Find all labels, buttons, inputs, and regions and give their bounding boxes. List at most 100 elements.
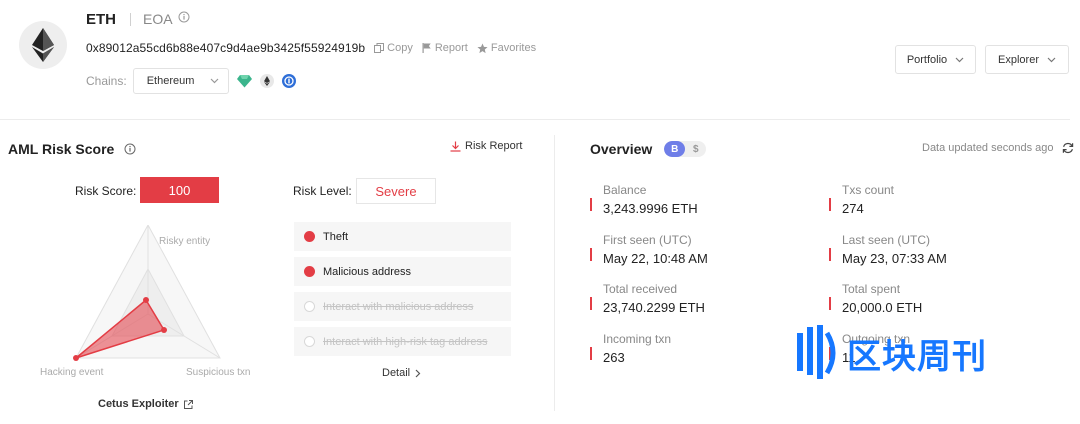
risk-score-label: Risk Score: [75, 184, 137, 198]
risk-tag-item: Interact with malicious address [294, 292, 511, 321]
title-divider [130, 12, 131, 26]
risk-score-value: 100 [140, 177, 219, 203]
stat-label: Total spent [842, 282, 901, 296]
panel-divider [554, 135, 555, 411]
currency-usd-option[interactable]: $ [685, 141, 706, 157]
report-label: Report [434, 42, 468, 54]
download-icon [450, 141, 461, 152]
stat-total-received: Total received 23,740.2299 ETH [590, 282, 705, 315]
stat-incoming-txn: Incoming txn 263 [590, 332, 671, 365]
risk-level-value: Severe [356, 178, 436, 204]
data-updated-text: Data updated seconds ago [922, 142, 1054, 154]
risk-report-label: Risk Report [465, 140, 523, 152]
stat-value: 263 [603, 350, 625, 365]
address-row: 0x89012a55cd6b88e407c9d4ae9b3425f5592491… [86, 41, 536, 55]
stat-total-spent: Total spent 20,000.0 ETH [829, 282, 922, 315]
watermark-logo-icon [797, 325, 836, 379]
currency-btc-option[interactable]: B [664, 141, 686, 157]
stat-label: Total received [603, 282, 678, 296]
stat-label: First seen (UTC) [603, 233, 692, 247]
stat-first-seen: First seen (UTC) May 22, 10:48 AM [590, 233, 708, 266]
risk-tag-item: Interact with high-risk tag address [294, 327, 511, 356]
risk-level-label: Risk Level: [293, 184, 352, 198]
radar-point-risky-entity [143, 297, 149, 303]
refresh-icon[interactable] [1062, 142, 1074, 154]
stat-value: 20,000.0 ETH [842, 300, 923, 315]
wallet-address: 0x89012a55cd6b88e407c9d4ae9b3425f5592491… [86, 41, 366, 55]
check-circle-icon [304, 266, 315, 277]
stat-value: 3,243.9996 ETH [603, 201, 698, 216]
empty-circle-icon [304, 336, 315, 347]
ethereum-chain-icon[interactable] [259, 74, 274, 88]
data-updated-status: Data updated seconds ago [922, 142, 1074, 154]
entity-link[interactable]: Cetus Exploiter [98, 398, 193, 410]
stat-value: 274 [842, 201, 864, 216]
favorites-label: Favorites [490, 42, 537, 54]
portfolio-label: Portfolio [906, 53, 948, 66]
risk-tag-label: Theft [323, 230, 349, 243]
chevron-down-icon [955, 57, 964, 62]
account-type: EOA [143, 11, 173, 27]
blue-chain-icon[interactable] [281, 74, 296, 88]
stat-value: May 23, 07:33 AM [842, 251, 947, 266]
report-button[interactable]: Report [422, 42, 468, 54]
title-row: ETH EOA [86, 10, 190, 28]
stat-value: 23,740.2299 ETH [603, 300, 705, 315]
watermark-text: 区块周刊 [847, 336, 987, 377]
favorites-button[interactable]: Favorites [477, 42, 536, 54]
radar-label-suspicious-txn: Suspicious txn [186, 367, 251, 378]
watermark: 区块周刊 [797, 325, 987, 381]
copy-button[interactable]: Copy [374, 42, 413, 54]
chain-selected-value: Ethereum [146, 75, 195, 87]
stat-value: May 22, 10:48 AM [603, 251, 708, 266]
chains-label: Chains: [86, 74, 127, 88]
copy-label: Copy [387, 42, 413, 54]
risk-tag-label: Interact with malicious address [323, 300, 474, 313]
stat-label: Balance [603, 183, 647, 197]
radar-point-suspicious-txn [161, 327, 167, 333]
check-circle-icon [304, 231, 315, 242]
radar-label-risky-entity: Risky entity [159, 236, 211, 247]
stat-last-seen: Last seen (UTC) May 23, 07:33 AM [829, 233, 947, 266]
header-divider [0, 119, 1070, 120]
flag-icon [422, 43, 431, 53]
detail-label: Detail [382, 367, 411, 379]
info-icon[interactable] [124, 143, 136, 155]
empty-circle-icon [304, 301, 315, 312]
chain-select[interactable]: Ethereum [132, 68, 229, 94]
info-icon[interactable] [178, 10, 190, 28]
portfolio-button[interactable]: Portfolio [895, 45, 976, 74]
chevron-down-icon [210, 78, 219, 84]
currency-toggle[interactable]: B $ [664, 141, 707, 157]
overview-title-text: Overview [590, 141, 653, 157]
risk-tag-item: Malicious address [294, 257, 511, 286]
external-link-icon [183, 399, 193, 409]
risk-tag-label: Interact with high-risk tag address [323, 335, 488, 348]
radar-label-hacking-event: Hacking event [40, 367, 104, 378]
stat-label: Last seen (UTC) [842, 233, 931, 247]
aml-risk-score-title: AML Risk Score [8, 141, 136, 157]
radar-point-hacking-event [73, 355, 79, 361]
chevron-down-icon [1047, 57, 1056, 62]
risk-tag-item: Theft [294, 222, 511, 251]
aml-title-text: AML Risk Score [8, 141, 115, 157]
entity-link-label: Cetus Exploiter [98, 398, 179, 410]
explorer-button[interactable]: Explorer [985, 45, 1069, 74]
diamond-chain-icon[interactable] [236, 74, 252, 88]
copy-icon [374, 43, 385, 53]
overview-title: Overview B $ [590, 141, 707, 157]
eth-logo-icon [19, 21, 67, 69]
risk-report-link[interactable]: Risk Report [450, 140, 522, 152]
stat-txs-count: Txs count 274 [829, 183, 894, 216]
stat-label: Txs count [842, 183, 895, 197]
stat-balance: Balance 3,243.9996 ETH [590, 183, 698, 216]
risk-tags-list: Theft Malicious address Interact with ma… [294, 222, 511, 362]
page-title: ETH [86, 10, 116, 28]
explorer-label: Explorer [998, 53, 1039, 66]
star-icon [477, 42, 488, 53]
detail-link[interactable]: Detail [382, 367, 421, 379]
stat-label: Incoming txn [603, 332, 672, 346]
chains-row: Chains: Ethereum [86, 68, 296, 94]
chevron-right-icon [415, 369, 421, 377]
risk-tag-label: Malicious address [323, 265, 412, 278]
